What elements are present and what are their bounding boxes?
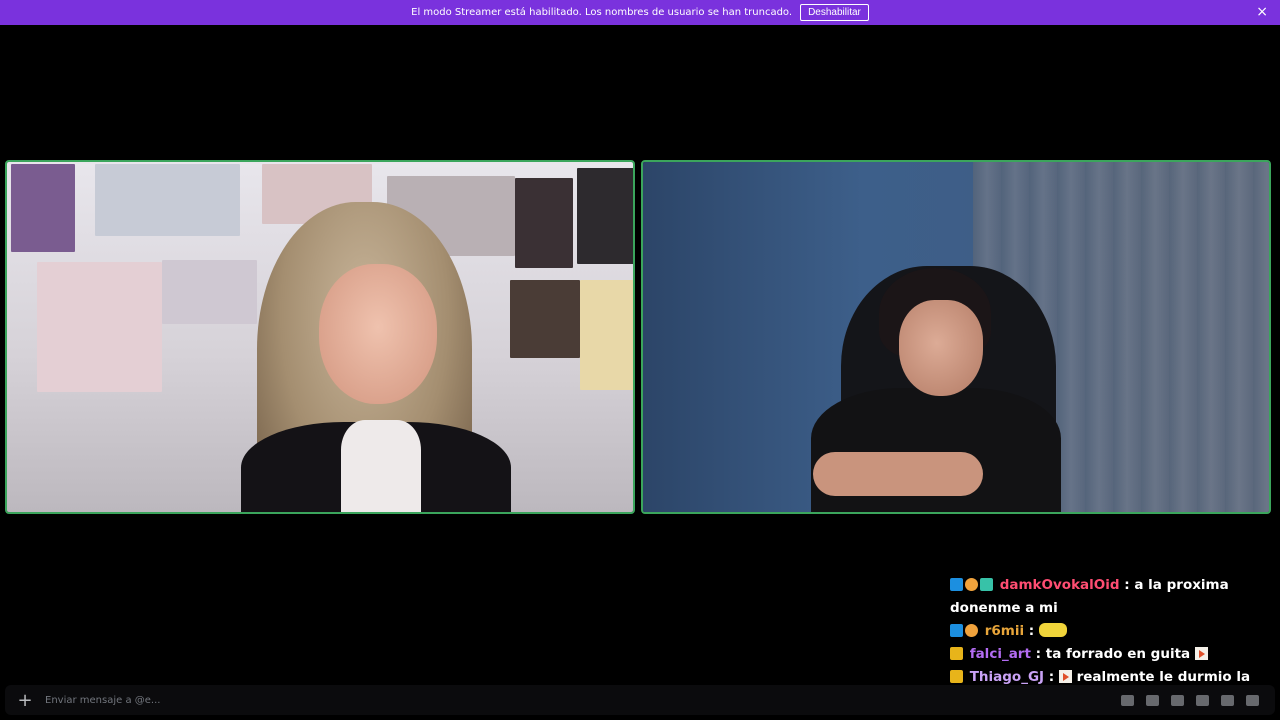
- apps-icon[interactable]: [1121, 694, 1134, 706]
- video-tile-right[interactable]: [641, 160, 1271, 514]
- sticker-icon[interactable]: [1196, 694, 1209, 706]
- chat-text: ta forrado en guita: [1045, 646, 1191, 662]
- poster: [37, 262, 162, 392]
- streamer-face: [319, 264, 437, 404]
- poster: [510, 280, 580, 358]
- arrow-badge-icon: [950, 578, 963, 591]
- streamer-tee: [341, 420, 421, 512]
- gift-icon[interactable]: [1146, 694, 1159, 706]
- chat-message: falci_art : ta forrado en guita: [950, 643, 1275, 666]
- streamer-mode-banner: El modo Streamer está habilitado. Los no…: [0, 0, 1280, 25]
- poster: [11, 164, 75, 252]
- emoji-icon[interactable]: [1221, 694, 1234, 706]
- arrow-badge-icon: [950, 624, 963, 637]
- play-emote-icon: [1194, 647, 1208, 660]
- video-tile-left[interactable]: [5, 160, 635, 514]
- poster: [580, 280, 633, 390]
- gif-icon[interactable]: [1171, 694, 1184, 706]
- close-icon[interactable]: ×: [1256, 5, 1268, 19]
- chat-username: r6mii: [984, 623, 1025, 639]
- chat-username: damkOvokalOid: [999, 577, 1120, 593]
- car-emote-icon: [1038, 623, 1067, 637]
- chat-message: r6mii :: [950, 620, 1275, 643]
- poster: [162, 260, 257, 324]
- crown-badge-icon: [950, 647, 963, 660]
- composer-tools: [1121, 694, 1259, 706]
- message-input[interactable]: [45, 694, 1121, 706]
- play-emote-icon: [1058, 670, 1072, 683]
- poster: [577, 168, 633, 264]
- crossed-arms: [813, 452, 983, 496]
- poster: [515, 178, 573, 268]
- gift-badge-icon: [980, 578, 993, 591]
- poster: [95, 164, 240, 236]
- chat-message: damkOvokalOid : a la proxima donenme a m…: [950, 577, 1229, 616]
- banner-message: El modo Streamer está habilitado. Los no…: [411, 7, 793, 18]
- burst-badge-icon: [965, 624, 978, 637]
- activities-icon[interactable]: [1246, 694, 1259, 706]
- message-composer: +: [5, 685, 1275, 715]
- disable-streamer-mode-button[interactable]: Deshabilitar: [800, 4, 869, 21]
- chat-username: falci_art: [969, 646, 1031, 662]
- chat-username: Thiago_GJ: [969, 669, 1045, 685]
- burst-badge-icon: [965, 578, 978, 591]
- add-attachment-icon[interactable]: +: [5, 690, 45, 711]
- crown-badge-icon: [950, 670, 963, 683]
- streamer-face: [899, 300, 983, 396]
